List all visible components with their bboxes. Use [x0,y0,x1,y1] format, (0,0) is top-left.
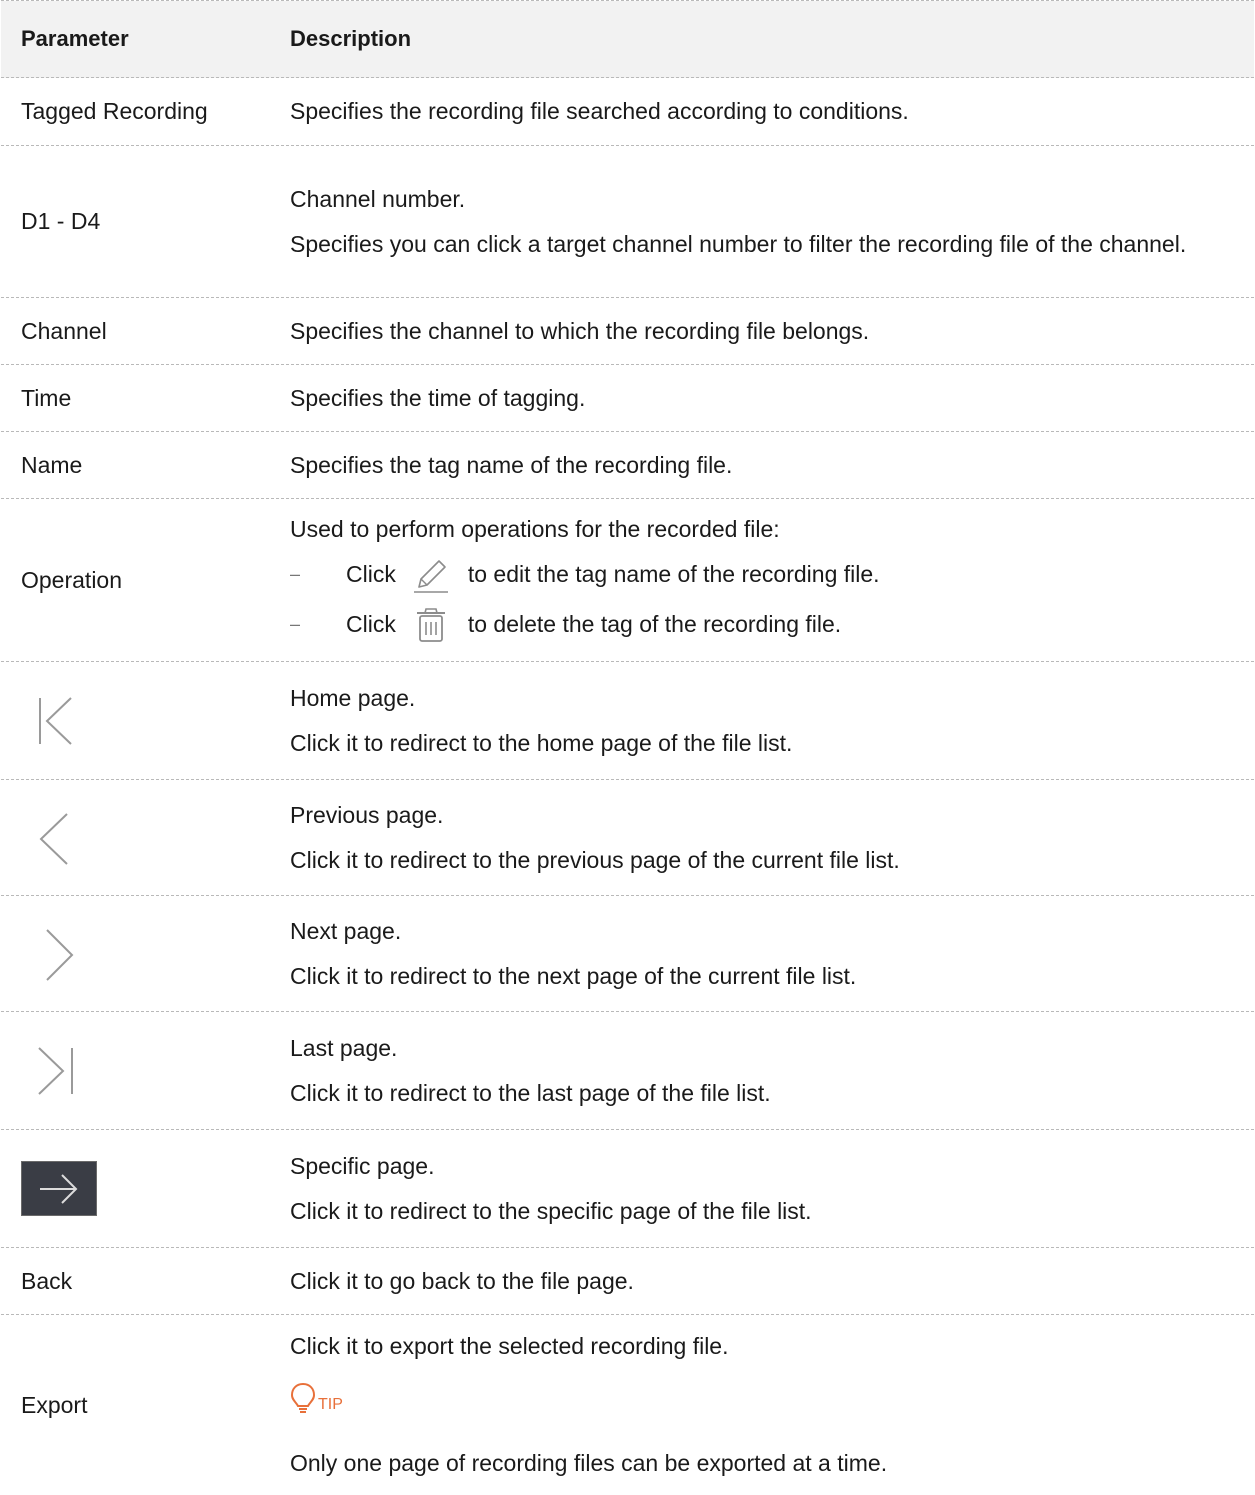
desc-last-title: Last page. [290,1034,398,1061]
desc-specific-detail: Click it to redirect to the specific pag… [290,1197,812,1224]
desc-tagged-recording: Specifies the recording file searched ac… [290,98,909,124]
table-row: Channel Specifies the channel to which t… [1,298,1254,365]
bullet-edit-text: to edit the tag name of the recording fi… [467,561,880,587]
table-row: Last page. Click it to redirect to the l… [1,1012,1254,1130]
param-time: Time [21,384,72,411]
desc-operation: Used to perform operations for the recor… [290,515,780,542]
parameter-table: Parameter Description Tagged Recording S… [1,0,1254,1495]
table-row: Operation Used to perform operations for… [1,499,1254,662]
bullet-delete-click: Click [346,611,396,637]
table-row: Tagged Recording Specifies the recording… [1,78,1254,146]
desc-next-detail: Click it to redirect to the next page of… [290,962,857,989]
param-tagged-recording: Tagged Recording [21,98,208,124]
desc-d1-d4-title: Channel number. [290,185,466,212]
tip-callout: TIP [290,1376,1240,1416]
table-row: Next page. Click it to redirect to the n… [1,896,1254,1012]
desc-home-title: Home page. [290,684,416,711]
go-to-page-arrow-icon [40,1173,78,1204]
table-row: Time Specifies the time of tagging. [1,365,1254,432]
param-operation: Operation [21,566,123,593]
desc-specific-title: Specific page. [290,1152,435,1179]
desc-time: Specifies the time of tagging. [290,384,586,411]
tip-text: Only one page of recording files can be … [290,1450,888,1476]
table-row: Back Click it to go back to the file pag… [1,1248,1254,1315]
table-header: Parameter Description [1,1,1254,78]
desc-home-detail: Click it to redirect to the home page of… [290,729,793,756]
tip-label: TIP [318,1396,343,1413]
desc-d1-d4-detail: Specifies you can click a target channel… [290,230,1187,257]
table-row: Name Specifies the tag name of the recor… [1,432,1254,499]
bullet-edit-click: Click [346,561,396,587]
last-page-icon[interactable] [21,1041,81,1101]
trash-icon[interactable] [410,604,452,646]
lightbulb-icon [290,1382,316,1413]
next-page-icon[interactable] [21,924,81,984]
table-row: Previous page. Click it to redirect to t… [1,780,1254,896]
desc-last-detail: Click it to redirect to the last page of… [290,1079,771,1106]
bullet-edit: – Click to edit the tag name of the reco… [290,553,1240,597]
table-row: Export Click it to export the selected r… [1,1315,1254,1495]
pencil-edit-icon[interactable] [410,554,452,596]
param-d1-d4: D1 - D4 [21,208,101,234]
desc-next-title: Next page. [290,917,402,944]
param-name: Name [21,451,83,478]
table-row: Specific page. Click it to redirect to t… [1,1130,1254,1248]
param-back: Back [21,1267,73,1294]
bullet-delete: – Click to delete the tag of the recordi… [290,603,1240,647]
bullet-dash: – [290,614,301,634]
bullet-delete-text: to delete the tag of the recording file. [467,611,842,637]
desc-prev-detail: Click it to redirect to the previous pag… [290,846,900,873]
desc-channel: Specifies the channel to which the recor… [290,317,870,344]
first-page-icon[interactable] [21,691,81,751]
param-export: Export [21,1391,88,1418]
table-row: Home page. Click it to redirect to the h… [1,662,1254,780]
go-to-page-button[interactable] [21,1161,97,1216]
table-row: D1 - D4 Channel number. Specifies you ca… [1,146,1254,298]
previous-page-icon[interactable] [21,808,81,868]
header-parameter: Parameter [21,26,129,51]
desc-export: Click it to export the selected recordin… [290,1333,729,1359]
param-channel: Channel [21,317,107,344]
desc-name: Specifies the tag name of the recording … [290,451,733,478]
desc-prev-title: Previous page. [290,801,444,828]
header-description: Description [290,26,412,51]
desc-back: Click it to go back to the file page. [290,1267,634,1294]
bullet-dash: – [290,564,301,584]
